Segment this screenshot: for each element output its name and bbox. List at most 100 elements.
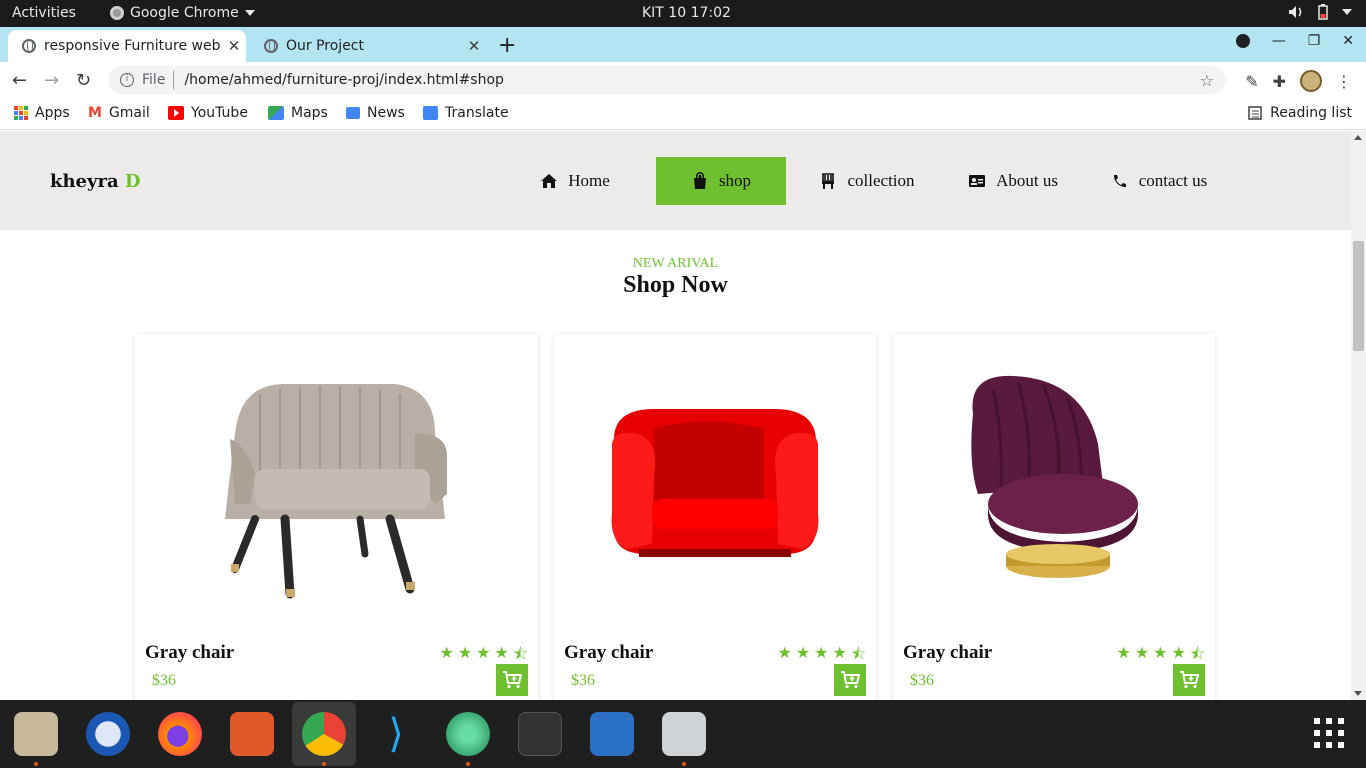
id-card-icon	[969, 175, 986, 187]
scroll-down-arrow-icon[interactable]	[1354, 691, 1362, 696]
atom-icon[interactable]	[446, 712, 490, 766]
gray-armchair-image	[225, 384, 447, 599]
product-card[interactable]: Gray chair $36 ★ ★ ★ ★ ⯪	[135, 334, 538, 700]
product-name[interactable]: Gray chair	[903, 642, 992, 664]
firefox-icon[interactable]	[158, 712, 202, 756]
battery-icon	[1318, 4, 1328, 20]
news-icon	[346, 107, 360, 119]
files-icon[interactable]	[14, 712, 58, 766]
reading-list-button[interactable]: Reading list	[1248, 105, 1352, 121]
bookmark-apps[interactable]: Apps	[14, 105, 70, 121]
extensions-puzzle-icon[interactable]: ✚	[1273, 72, 1286, 91]
star-icon: ★	[1153, 643, 1168, 662]
reload-icon[interactable]: ↻	[76, 70, 91, 91]
nav-label: About us	[996, 171, 1058, 190]
bookmark-maps[interactable]: Maps	[268, 105, 328, 121]
bookmark-news[interactable]: News	[346, 105, 405, 121]
divider	[173, 71, 175, 89]
nav-contact-us[interactable]: contact us	[1094, 157, 1224, 205]
app-menu[interactable]: Google Chrome	[110, 5, 255, 21]
product-card[interactable]: Gray chair $36 ★ ★ ★ ★ ⯪	[554, 334, 876, 700]
bookmark-youtube[interactable]: YouTube	[168, 105, 248, 121]
clock[interactable]: KIT 10 17:02	[642, 5, 731, 21]
nav-shop[interactable]: shop	[656, 157, 786, 205]
star-icon: ★	[1134, 643, 1150, 662]
scroll-up-arrow-icon[interactable]	[1354, 135, 1362, 140]
terminal-icon[interactable]	[518, 712, 562, 756]
bookmark-translate[interactable]: Translate	[423, 105, 509, 121]
phone-icon	[1113, 175, 1126, 187]
show-applications-icon[interactable]	[1314, 718, 1344, 748]
impress-icon[interactable]	[230, 712, 274, 756]
product-card[interactable]: Gray chair $36 ★ ★ ★ ★ ⯪	[893, 334, 1215, 700]
chrome-dock-icon[interactable]	[302, 712, 346, 766]
star-icon: ★	[1116, 643, 1131, 662]
home-icon	[541, 174, 558, 188]
bookmark-label: YouTube	[191, 105, 248, 121]
eyedropper-icon[interactable]: ✎	[1245, 72, 1258, 91]
chrome-icon	[110, 6, 124, 20]
new-tab-button[interactable]: +	[498, 33, 516, 58]
add-to-cart-button[interactable]	[834, 664, 866, 696]
globe-icon	[22, 39, 36, 53]
close-tab-icon[interactable]: ✕	[462, 37, 486, 55]
nav-home[interactable]: Home	[510, 157, 640, 205]
minimize-icon[interactable]: —	[1272, 33, 1286, 49]
scrollbar-thumb[interactable]	[1353, 241, 1364, 351]
info-icon[interactable]: i	[120, 73, 134, 87]
add-to-cart-button[interactable]	[1173, 664, 1205, 696]
tab-title: Our Project	[286, 38, 364, 54]
star-icon: ★	[795, 643, 811, 662]
section-kicker: NEW ARIVAL	[632, 256, 719, 271]
vscode-icon[interactable]: ⟩	[374, 712, 418, 756]
product-price: $36	[152, 672, 176, 689]
nav-collection[interactable]: collection	[802, 157, 932, 205]
star-icon: ★	[457, 643, 473, 662]
url-text[interactable]: /home/ahmed/furniture-proj/index.html#sh…	[184, 72, 1199, 88]
close-window-icon[interactable]: ✕	[1342, 33, 1354, 49]
bookmark-gmail[interactable]: M Gmail	[88, 105, 150, 121]
app-name: Google Chrome	[130, 5, 239, 21]
chevron-down-icon	[244, 10, 255, 16]
youtube-icon	[168, 106, 184, 120]
profile-avatar[interactable]	[1300, 70, 1322, 92]
product-name[interactable]: Gray chair	[564, 642, 653, 664]
tab-our-project[interactable]: Our Project ✕	[250, 30, 486, 62]
address-bar[interactable]: i File /home/ahmed/furniture-proj/index.…	[108, 66, 1226, 94]
restore-icon[interactable]: ❐	[1308, 33, 1321, 49]
back-arrow-icon[interactable]: ←	[12, 70, 27, 91]
logo-text: kheyra	[50, 171, 119, 192]
thunderbird-icon[interactable]	[86, 712, 130, 756]
nav-label: contact us	[1138, 171, 1208, 190]
toolbar-actions: ✎ ✚ ⋮	[1245, 70, 1352, 92]
tab-search-icon[interactable]	[1235, 34, 1250, 48]
window-controls: — ❐ ✕	[1235, 33, 1354, 49]
nav-about-us[interactable]: About us	[948, 157, 1078, 205]
system-top-bar: Activities Google Chrome KIT 10 17:02	[0, 0, 1366, 27]
cart-plus-icon	[841, 671, 860, 689]
menu-kebab-icon[interactable]: ⋮	[1336, 72, 1352, 91]
search-magnifier-icon[interactable]	[662, 712, 706, 766]
chair-icon	[822, 173, 835, 189]
forward-arrow-icon[interactable]: →	[44, 70, 59, 91]
translate-icon	[423, 106, 438, 120]
system-tray[interactable]	[1288, 4, 1352, 20]
activities-button[interactable]: Activities	[12, 5, 76, 21]
site-logo[interactable]: kheyra D	[50, 171, 141, 192]
tab-responsive-furniture[interactable]: responsive Furniture web ✕	[8, 30, 246, 62]
close-tab-icon[interactable]: ✕	[222, 37, 246, 55]
bookmark-label: News	[367, 105, 405, 121]
add-to-cart-button[interactable]	[496, 664, 528, 696]
page-scrollbar[interactable]	[1351, 131, 1366, 700]
globe-icon	[264, 39, 278, 53]
volume-icon	[1289, 6, 1302, 18]
product-name[interactable]: Gray chair	[145, 642, 234, 664]
bookmark-label: Translate	[445, 105, 509, 121]
writer-icon[interactable]	[590, 712, 634, 756]
browser-toolbar: ← → ↻ i File /home/ahmed/furniture-proj/…	[0, 62, 1366, 98]
bookmark-star-icon[interactable]: ☆	[1200, 71, 1214, 90]
main-nav: Home shop collection About us contact us	[510, 157, 1240, 205]
gmail-icon: M	[88, 105, 102, 121]
shopping-bag-icon	[693, 172, 706, 189]
tab-title: responsive Furniture web	[44, 38, 221, 54]
